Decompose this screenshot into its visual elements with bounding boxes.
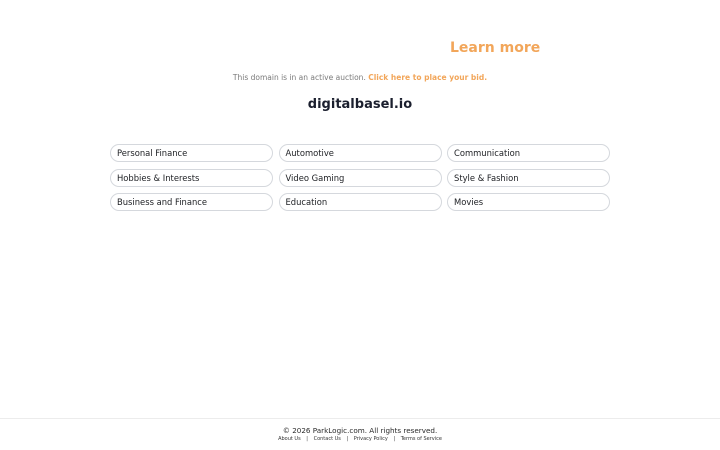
category-personal-finance[interactable]: Personal Finance [110,144,273,162]
auction-notice: This domain is in an active auction. Cli… [0,73,720,82]
footer-separator: | [306,436,308,442]
footer-separator: | [393,436,396,442]
learn-more-link[interactable]: Learn more [450,40,540,56]
footer: © 2026 ParkLogic.com. All rights reserve… [0,418,720,450]
category-video-gaming[interactable]: Video Gaming [278,168,442,187]
footer-links: About Us | Contact Us | Privacy Policy |… [0,436,720,442]
category-hobbies-interests[interactable]: Hobbies & Interests [110,168,273,187]
category-automotive[interactable]: Automotive [278,144,442,162]
contact-us-link[interactable]: Contact Us [314,436,341,442]
category-style-fashion[interactable]: Style & Fashion [447,168,610,187]
category-grid: Personal Finance Automotive Communicatio… [110,144,610,211]
terms-of-service-link[interactable]: Terms of Service [401,436,442,442]
about-us-link[interactable]: About Us [278,436,301,442]
copyright-text: © 2026 ParkLogic.com. All rights reserve… [282,426,438,435]
privacy-policy-link[interactable]: Privacy Policy [354,436,388,442]
place-bid-link[interactable]: Click here to place your bid. [368,73,487,82]
auction-text: This domain is in an active auction. [232,73,366,82]
domain-title: digitalbasel.io [307,97,413,112]
category-movies[interactable]: Movies [447,193,610,211]
footer-separator: | [346,436,349,442]
category-education[interactable]: Education [278,193,442,211]
category-communication[interactable]: Communication [447,144,610,162]
category-business-finance[interactable]: Business and Finance [110,193,273,211]
